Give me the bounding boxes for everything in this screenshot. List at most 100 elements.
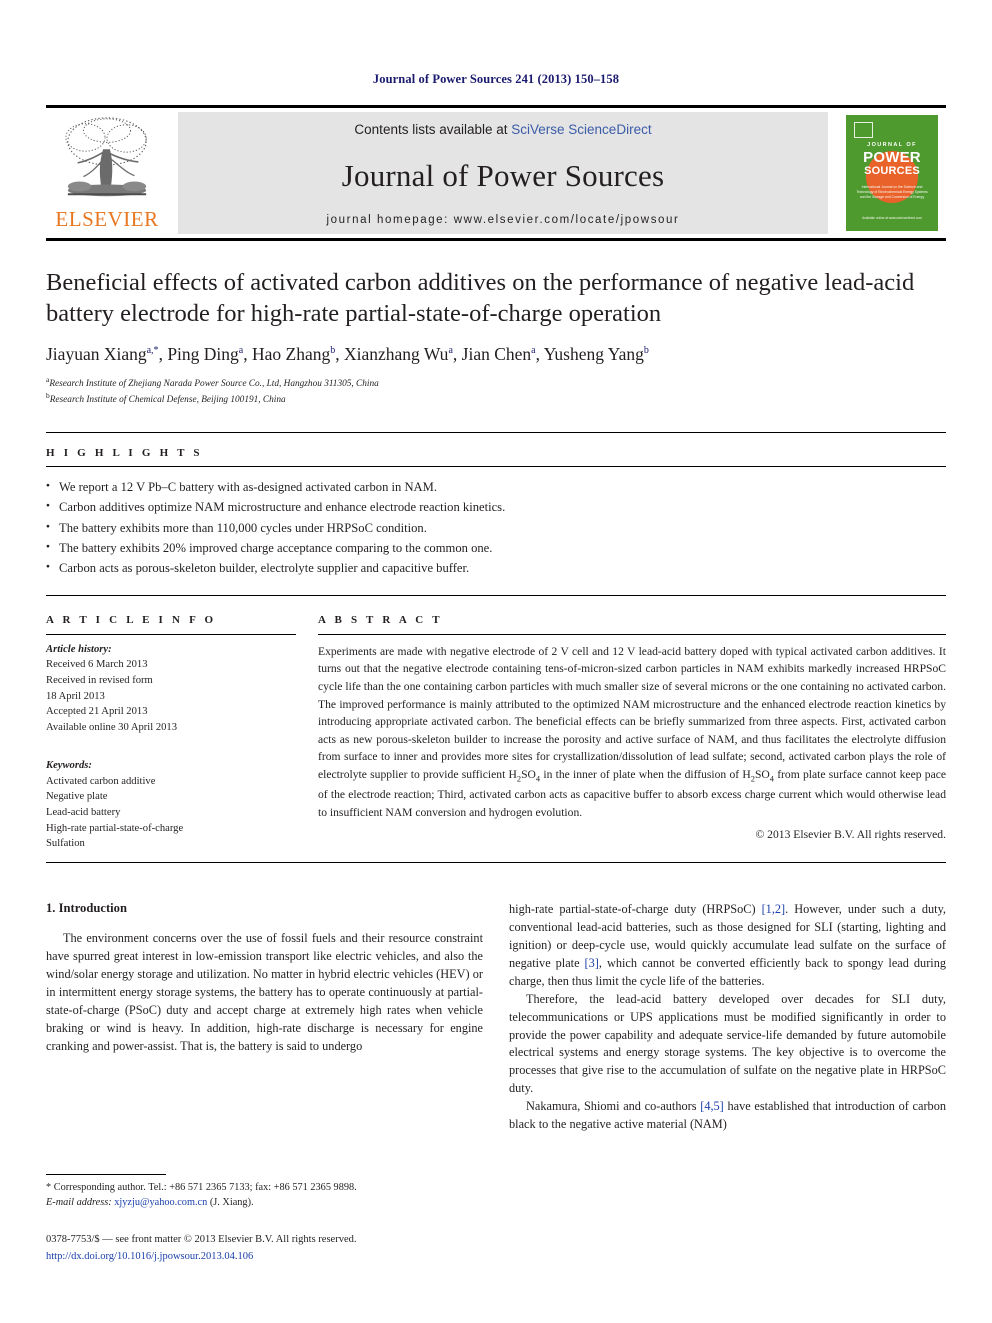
author-item: Xianzhang Wua bbox=[344, 344, 453, 364]
journal-homepage-link[interactable]: journal homepage: www.elsevier.com/locat… bbox=[327, 214, 680, 226]
affiliation-item: bResearch Institute of Chemical Defense,… bbox=[46, 391, 946, 408]
email-link[interactable]: xjyzju@yahoo.com.cn bbox=[114, 1197, 207, 1208]
list-item: We report a 12 V Pb–C battery with as-de… bbox=[46, 477, 946, 497]
cover-journal-of-text: JOURNAL OF bbox=[867, 142, 917, 148]
corresponding-author-note: * Corresponding author. Tel.: +86 571 23… bbox=[46, 1180, 476, 1211]
issn-line: 0378-7753/$ — see front matter © 2013 El… bbox=[46, 1234, 357, 1246]
article-info-heading: A R T I C L E I N F O bbox=[46, 613, 217, 626]
author-name: Jian Chen bbox=[461, 343, 532, 364]
keyword-item: Activated carbon additive bbox=[46, 775, 156, 787]
author-marks: a bbox=[238, 344, 244, 356]
affiliation-list: aResearch Institute of Zhejiang Narada P… bbox=[46, 375, 946, 408]
author-item: Hao Zhangb bbox=[252, 344, 335, 364]
masthead-bottom-rule bbox=[46, 238, 946, 241]
highlights-section: H I G H L I G H T S We report a 12 V Pb–… bbox=[46, 431, 946, 596]
keyword-item: Negative plate bbox=[46, 791, 108, 803]
article-history-label: Article history: bbox=[46, 643, 112, 655]
author-marks: a,* bbox=[146, 344, 159, 356]
journal-masthead: ELSEVIER Contents lists available at Sci… bbox=[46, 112, 946, 234]
author-marks: b bbox=[330, 344, 336, 356]
paper-page: Journal of Power Sources 241 (2013) 150–… bbox=[0, 0, 992, 1323]
abstract-text: Experiments are made with negative elect… bbox=[318, 643, 946, 822]
abstract-mid-1: SO bbox=[521, 768, 536, 782]
list-item: Carbon additives optimize NAM microstruc… bbox=[46, 497, 946, 517]
paragraph-text: Nakamura, Shiomi and co-authors bbox=[526, 1099, 701, 1114]
contents-available-line: Contents lists available at SciVerse Sci… bbox=[354, 122, 651, 137]
history-item: Received 6 March 2013 bbox=[46, 659, 148, 671]
abstract-copyright: © 2013 Elsevier B.V. All rights reserved… bbox=[755, 828, 946, 842]
doi-link[interactable]: http://dx.doi.org/10.1016/j.jpowsour.201… bbox=[46, 1249, 476, 1265]
article-info-column: A R T I C L E I N F O Article history: R… bbox=[46, 614, 318, 852]
history-item: Received in revised form bbox=[46, 675, 153, 687]
author-item: Ping Dinga bbox=[167, 344, 243, 364]
affiliation-item: aResearch Institute of Zhejiang Narada P… bbox=[46, 375, 946, 392]
contents-prefix: Contents lists available at bbox=[354, 122, 512, 137]
cover-sources-text: SOURCES bbox=[864, 165, 920, 177]
author-name: Xianzhang Wu bbox=[344, 343, 449, 364]
author-name: Ping Ding bbox=[167, 343, 239, 364]
highlights-bottom-rule bbox=[46, 594, 946, 596]
issn-copyright-block: 0378-7753/$ — see front matter © 2013 El… bbox=[46, 1232, 476, 1265]
author-item: Jian Chena bbox=[462, 344, 536, 364]
abstract-mid-2: SO bbox=[754, 768, 770, 782]
abstract-heading: A B S T R A C T bbox=[318, 613, 443, 626]
author-marks: b bbox=[643, 344, 649, 356]
citation-link-1-2[interactable]: [1,2] bbox=[762, 902, 786, 916]
highlights-list: We report a 12 V Pb–C battery with as-de… bbox=[46, 477, 946, 579]
citation-link-4-5[interactable]: [4,5] bbox=[700, 1099, 724, 1113]
article-info-rule bbox=[46, 633, 296, 635]
author-marks: a bbox=[531, 344, 536, 356]
body-column-right: high-rate partial-state-of-charge duty (… bbox=[509, 901, 946, 1134]
affiliation-text: Research Institute of Chemical Defense, … bbox=[49, 395, 286, 406]
cover-power-text: POWER bbox=[863, 149, 921, 166]
info-abstract-section: A R T I C L E I N F O Article history: R… bbox=[46, 614, 946, 852]
citation-link-3[interactable]: [3] bbox=[585, 956, 599, 970]
keyword-item: Sulfation bbox=[46, 838, 85, 850]
journal-title: Journal of Power Sources bbox=[341, 157, 665, 193]
running-head: Journal of Power Sources 241 (2013) 150–… bbox=[372, 72, 620, 86]
abstract-part-2: in the inner of plate when the diffusion… bbox=[540, 768, 751, 782]
cover-footer-text: Available online at www.sciencedirect.co… bbox=[862, 215, 922, 220]
footnote-rule bbox=[46, 1173, 166, 1175]
list-item: The battery exhibits 20% improved charge… bbox=[46, 538, 946, 558]
cover-elsevier-mark-icon bbox=[854, 122, 873, 138]
elsevier-logo: ELSEVIER bbox=[46, 112, 168, 234]
article-history-block: Article history: Received 6 March 2013 R… bbox=[46, 642, 296, 736]
author-item: Yusheng Yangb bbox=[544, 344, 649, 364]
affiliation-text: Research Institute of Zhejiang Narada Po… bbox=[49, 378, 379, 389]
highlights-heading-rule bbox=[46, 465, 946, 467]
keyword-item: Lead-acid battery bbox=[46, 806, 121, 818]
keywords-block: Keywords: Activated carbon additive Nega… bbox=[46, 758, 296, 852]
paragraph: high-rate partial-state-of-charge duty (… bbox=[509, 901, 946, 991]
paragraph: The environment concerns over the use of… bbox=[46, 930, 483, 1053]
paragraph: Nakamura, Shiomi and co-authors [4,5] ha… bbox=[509, 1098, 946, 1134]
journal-cover-thumbnail: JOURNAL OF POWER SOURCES International J… bbox=[838, 112, 946, 234]
paragraph: Therefore, the lead-acid battery develop… bbox=[509, 991, 946, 1096]
cover-inner: JOURNAL OF POWER SOURCES International J… bbox=[854, 122, 930, 225]
email-line: E-mail address: xjyzju@yahoo.com.cn (J. … bbox=[46, 1195, 476, 1210]
author-name: Yusheng Yang bbox=[543, 343, 644, 364]
author-list: Jiayuan Xianga,*, Ping Dinga, Hao Zhangb… bbox=[46, 343, 649, 364]
author-item: Jiayuan Xianga,* bbox=[46, 344, 159, 364]
body-columns: 1. Introduction The environment concerns… bbox=[46, 901, 946, 1134]
author-marks: a bbox=[448, 344, 453, 356]
sciencedirect-link[interactable]: SciVerse ScienceDirect bbox=[511, 122, 651, 137]
journal-cover-image: JOURNAL OF POWER SOURCES International J… bbox=[846, 115, 938, 231]
highlights-top-rule bbox=[46, 431, 946, 433]
abstract-column: A B S T R A C T Experiments are made wit… bbox=[318, 614, 946, 852]
abstract-part-1: Experiments are made with negative elect… bbox=[318, 644, 946, 782]
body-column-left: 1. Introduction The environment concerns… bbox=[46, 901, 483, 1134]
section-title-introduction: 1. Introduction bbox=[46, 900, 127, 915]
title-block: Beneficial effects of activated carbon a… bbox=[46, 267, 946, 408]
elsevier-tree-icon bbox=[65, 117, 147, 197]
abstract-bottom-rule bbox=[46, 861, 946, 863]
email-label: E-mail address: bbox=[46, 1197, 112, 1209]
email-owner: (J. Xiang). bbox=[209, 1197, 254, 1209]
masthead-banner: Contents lists available at SciVerse Sci… bbox=[178, 112, 828, 234]
author-name: Jiayuan Xiang bbox=[46, 343, 147, 364]
page-title: Beneficial effects of activated carbon a… bbox=[46, 269, 915, 328]
list-item: Carbon acts as porous-skeleton builder, … bbox=[46, 558, 946, 578]
abstract-rule bbox=[318, 633, 946, 635]
corresponding-author-text: * Corresponding author. Tel.: +86 571 23… bbox=[46, 1181, 357, 1193]
elsevier-wordmark: ELSEVIER bbox=[55, 207, 159, 231]
